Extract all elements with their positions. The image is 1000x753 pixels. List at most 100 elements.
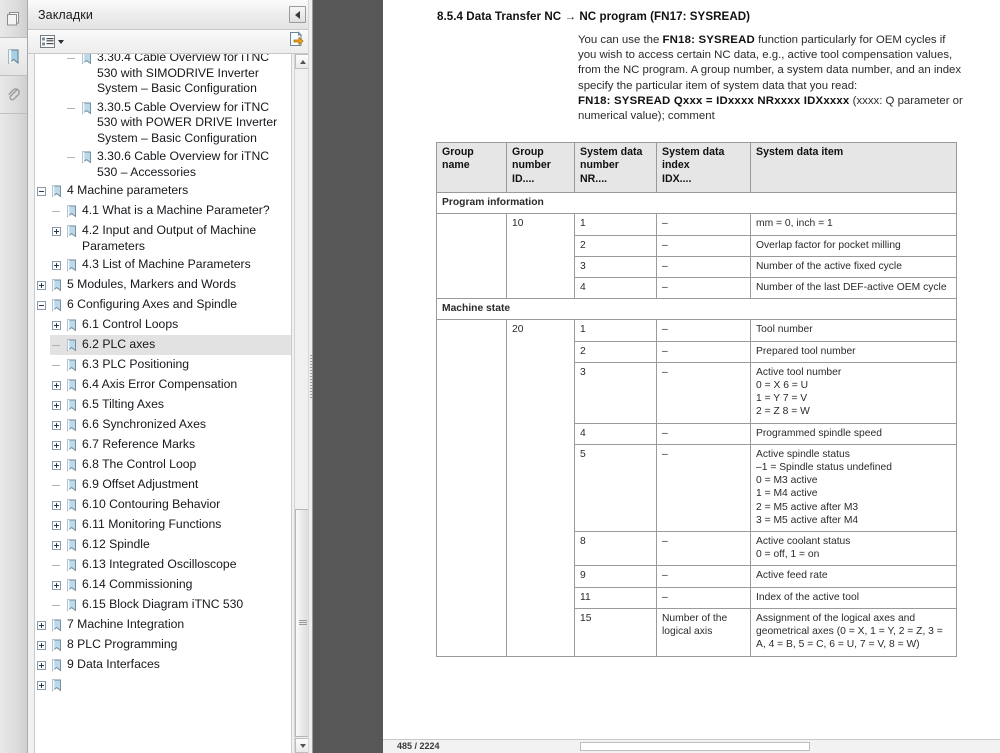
bookmark-icon <box>63 537 79 554</box>
bookmark-item[interactable]: 6.14 Commissioning <box>50 575 291 595</box>
bookmark-scrollbar[interactable] <box>294 54 310 753</box>
bookmark-item[interactable]: 3.30.5 Cable Overview for iTNC 530 with … <box>65 98 291 148</box>
bookmark-item[interactable]: 6.15 Block Diagram iTNC 530 <box>50 595 291 615</box>
bookmark-item[interactable]: 4.1 What is a Machine Parameter? <box>50 201 291 221</box>
expand-icon[interactable] <box>50 317 63 334</box>
intro-paragraph: You can use the FN18: SYSREAD function p… <box>578 33 963 94</box>
cell-system-data-number: 8 <box>574 531 657 567</box>
document-viewer[interactable]: 8.5.4 Data Transfer NC → NC program (FN1… <box>313 0 1000 753</box>
find-field[interactable] <box>579 742 810 751</box>
expand-icon[interactable] <box>50 497 63 514</box>
bookmark-item[interactable]: 5 Modules, Markers and Words <box>35 275 291 295</box>
bookmark-item[interactable]: 6.3 PLC Positioning <box>50 355 291 375</box>
bookmark-item[interactable]: 4.2 Input and Output of Machine Paramete… <box>50 221 291 255</box>
bookmark-label: 6.2 PLC axes <box>82 337 156 351</box>
bookmark-item[interactable]: 6.8 The Control Loop <box>50 455 291 475</box>
cell-system-data-number: 4 <box>574 422 657 445</box>
expander-box <box>37 661 46 670</box>
expand-icon[interactable] <box>50 417 63 434</box>
expand-icon[interactable] <box>35 637 48 654</box>
bookmark-item[interactable]: 6.10 Contouring Behavior <box>50 495 291 515</box>
navigation-pane-rail <box>0 0 28 753</box>
fn18-sysread-code: FN18: SYSREAD <box>662 34 755 46</box>
bookmark-label: 6.4 Axis Error Compensation <box>82 377 238 391</box>
bookmark-item[interactable]: 6.4 Axis Error Compensation <box>50 375 291 395</box>
bookmark-item[interactable]: 7 Machine Integration <box>35 615 291 635</box>
bookmark-item[interactable]: 6.2 PLC axes <box>50 335 291 355</box>
expander-box <box>37 301 46 310</box>
expand-icon[interactable] <box>35 657 48 674</box>
bookmark-label: 4 Machine parameters <box>67 183 189 197</box>
cell-system-data-number: 9 <box>574 565 657 588</box>
bookmark-label: 6.9 Offset Adjustment <box>82 477 199 491</box>
expand-icon[interactable] <box>50 397 63 414</box>
collapse-panel-button[interactable] <box>289 6 306 23</box>
th-system-data-item: System data item <box>750 142 957 194</box>
bookmark-icon <box>63 437 79 454</box>
bookmark-options-button[interactable] <box>40 35 64 48</box>
bookmark-item[interactable]: 8 PLC Programming <box>35 635 291 655</box>
bookmark-label: 5 Modules, Markers and Words <box>67 277 237 291</box>
expander-box <box>52 401 61 410</box>
collapse-icon[interactable] <box>35 183 48 200</box>
expand-icon[interactable] <box>50 457 63 474</box>
expand-icon[interactable] <box>50 223 63 240</box>
bookmark-icon <box>78 149 94 166</box>
cell-system-data-item: Index of the active tool <box>750 586 957 609</box>
cell-system-data-index: – <box>656 565 751 588</box>
cell-system-data-number: 3 <box>574 361 657 424</box>
cell-system-data-item: mm = 0, inch = 1 <box>750 213 957 236</box>
bookmark-item[interactable]: 6.13 Integrated Oscilloscope <box>50 555 291 575</box>
bookmark-item[interactable]: 9 Data Interfaces <box>35 655 291 675</box>
bookmark-label: 6.6 Synchronized Axes <box>82 417 206 431</box>
bookmark-item[interactable]: 3.30.6 Cable Overview for iTNC 530 – Acc… <box>65 147 291 181</box>
expand-current-bookmark-button[interactable] <box>288 31 304 52</box>
cell-system-data-index: – <box>656 586 751 609</box>
th-system-data-number: System data number NR.... <box>574 142 657 194</box>
expand-icon[interactable] <box>50 537 63 554</box>
attachments-icon[interactable] <box>0 76 27 114</box>
bookmark-item[interactable]: 3.30.4 Cable Overview for iTNC 530 with … <box>65 54 291 98</box>
bookmark-item[interactable]: 6 Configuring Axes and Spindle <box>35 295 291 315</box>
bookmark-item[interactable]: 6.5 Tilting Axes <box>50 395 291 415</box>
bookmark-item[interactable]: 6.12 Spindle <box>50 535 291 555</box>
bookmark-item[interactable]: 6.6 Synchronized Axes <box>50 415 291 435</box>
cell-system-data-item: Prepared tool number <box>750 340 957 363</box>
bookmark-item[interactable]: 4.3 List of Machine Parameters <box>50 255 291 275</box>
expand-icon[interactable] <box>35 617 48 634</box>
bookmark-tree[interactable]: 3.30.4 Cable Overview for iTNC 530 with … <box>34 54 292 753</box>
collapse-icon[interactable] <box>35 297 48 314</box>
expand-icon[interactable] <box>50 257 63 274</box>
expand-icon[interactable] <box>50 517 63 534</box>
bookmark-label <box>64 676 67 677</box>
table-section-title: Machine state <box>436 298 957 321</box>
table-section-row: Machine state <box>436 298 957 321</box>
chevron-left-icon <box>295 10 300 19</box>
panel-resize-splitter[interactable] <box>308 0 312 753</box>
table-section-row: Program information <box>436 192 957 215</box>
cell-system-data-index: – <box>656 319 751 342</box>
bookmark-label: 8 PLC Programming <box>67 637 178 651</box>
bookmark-item[interactable]: 6.11 Monitoring Functions <box>50 515 291 535</box>
expand-icon[interactable] <box>35 277 48 294</box>
page-thumbnails-icon[interactable] <box>0 0 27 38</box>
expand-icon[interactable] <box>35 677 48 694</box>
bookmark-label: 6.13 Integrated Oscilloscope <box>82 557 237 571</box>
cell-group-number: 20 <box>506 319 575 657</box>
bookmark-item[interactable] <box>35 675 291 695</box>
bookmark-item[interactable]: 4 Machine parameters <box>35 181 291 201</box>
expand-icon[interactable] <box>50 577 63 594</box>
cell-system-data-index: – <box>656 277 751 300</box>
cell-system-data-item: Number of the active fixed cycle <box>750 255 957 279</box>
bookmarks-icon[interactable] <box>0 38 27 76</box>
expander-box <box>52 441 61 450</box>
expander-box <box>52 461 61 470</box>
bookmark-item[interactable]: 6.7 Reference Marks <box>50 435 291 455</box>
bookmark-item[interactable]: 6.9 Offset Adjustment <box>50 475 291 495</box>
bookmark-item[interactable]: 6.1 Control Loops <box>50 315 291 335</box>
expand-icon[interactable] <box>50 377 63 394</box>
table-header-row: Group name Group number ID.... System da… <box>436 142 957 194</box>
elbow-line <box>67 54 76 63</box>
bookmark-label: 6.12 Spindle <box>82 537 150 551</box>
expand-icon[interactable] <box>50 437 63 454</box>
